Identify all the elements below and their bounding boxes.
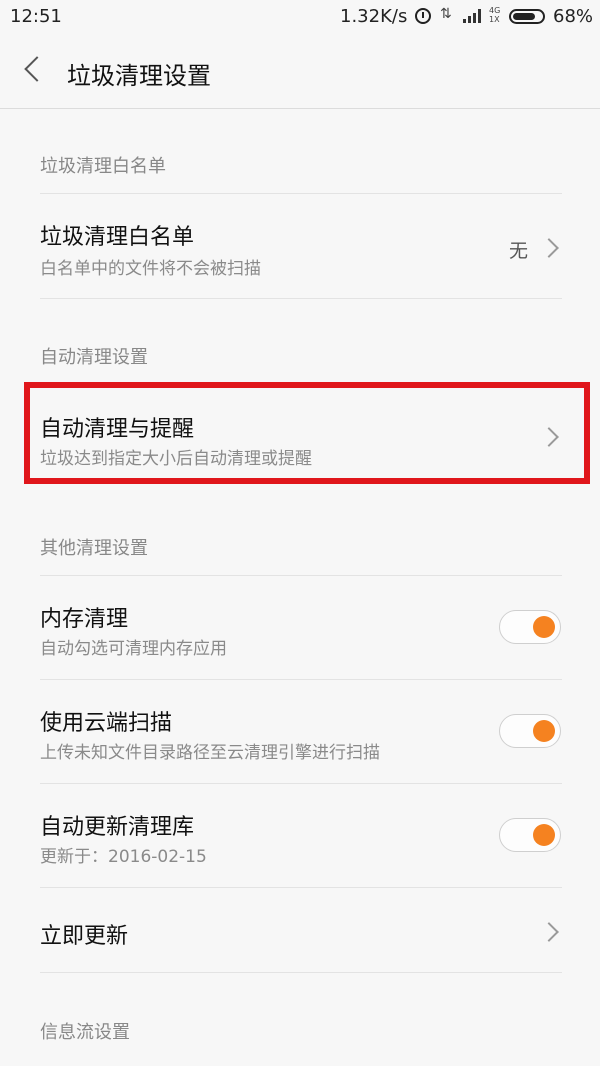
section-header-auto: 自动清理设置 xyxy=(40,347,148,368)
memory-clean-title: 内存清理 xyxy=(40,607,129,632)
toggle-knob xyxy=(533,824,555,846)
whitelist-row[interactable]: 垃圾清理白名单 白名单中的文件将不会被扫描 无 xyxy=(0,194,600,298)
update-now-row[interactable]: 立即更新 xyxy=(0,888,600,972)
cloud-scan-title: 使用云端扫描 xyxy=(40,711,173,736)
update-now-title: 立即更新 xyxy=(40,924,129,949)
cloud-scan-subtitle: 上传未知文件目录路径至云清理引擎进行扫描 xyxy=(40,743,380,763)
chevron-right-icon xyxy=(539,238,559,258)
auto-update-toggle[interactable] xyxy=(499,818,561,852)
alarm-icon xyxy=(415,8,431,24)
battery-icon xyxy=(509,9,545,24)
page-title: 垃圾清理设置 xyxy=(67,62,211,90)
section-header-other: 其他清理设置 xyxy=(40,538,148,559)
divider xyxy=(40,972,562,973)
section-header-whitelist: 垃圾清理白名单 xyxy=(40,156,166,177)
whitelist-value: 无 xyxy=(508,240,528,262)
status-bar: 12:51 1.32K/s ⇅ 4G 1X 68% xyxy=(0,0,600,34)
title-bar: 垃圾清理设置 xyxy=(0,34,600,109)
battery-percent: 68% xyxy=(553,6,594,27)
cloud-scan-toggle[interactable] xyxy=(499,714,561,748)
auto-update-row[interactable]: 自动更新清理库 更新于：2016-02-15 xyxy=(0,784,600,887)
data-arrows-icon: ⇅ xyxy=(440,6,452,22)
status-time: 12:51 xyxy=(10,6,62,27)
network-speed: 1.32K/s xyxy=(340,6,408,27)
network-type-top: 4G xyxy=(489,6,501,15)
signal-icon xyxy=(463,9,485,23)
chevron-right-icon xyxy=(539,922,559,942)
highlight-box xyxy=(24,382,590,484)
toggle-knob xyxy=(533,720,555,742)
auto-update-subtitle: 更新于：2016-02-15 xyxy=(40,847,207,867)
auto-update-title: 自动更新清理库 xyxy=(40,815,195,840)
memory-clean-subtitle: 自动勾选可清理内存应用 xyxy=(40,639,227,659)
network-type-bottom: 1X xyxy=(489,15,500,24)
memory-clean-row[interactable]: 内存清理 自动勾选可清理内存应用 xyxy=(0,576,600,679)
memory-clean-toggle[interactable] xyxy=(499,610,561,644)
section-header-feed: 信息流设置 xyxy=(40,1022,130,1043)
whitelist-subtitle: 白名单中的文件将不会被扫描 xyxy=(40,259,261,279)
whitelist-title: 垃圾清理白名单 xyxy=(40,225,195,250)
back-icon[interactable] xyxy=(24,56,50,82)
cloud-scan-row[interactable]: 使用云端扫描 上传未知文件目录路径至云清理引擎进行扫描 xyxy=(0,680,600,783)
divider xyxy=(40,298,562,299)
network-type-icon: 4G 1X xyxy=(489,6,500,24)
toggle-knob xyxy=(533,616,555,638)
